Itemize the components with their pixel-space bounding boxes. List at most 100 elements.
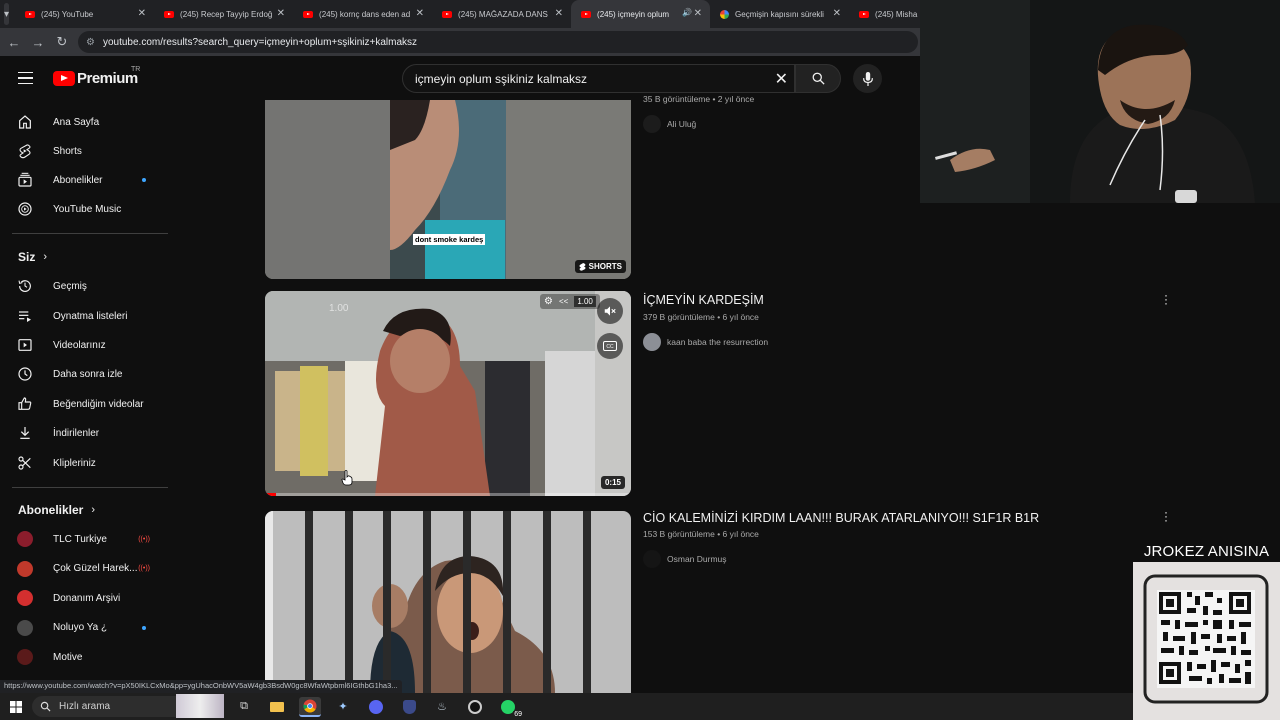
search-input[interactable]: içmeyin oplum sşikiniz kalmaksz ✕ — [402, 64, 795, 93]
sidebar-item-label: Shorts — [53, 145, 82, 157]
result-2-title[interactable]: İÇMEYİN KARDEŞİM — [643, 293, 764, 307]
sidebar-you-heading[interactable]: Siz › — [18, 250, 47, 264]
result-2-channel[interactable]: kaan baba the resurrection — [643, 333, 768, 351]
qr-caption: JROKEZ ANISINA — [1143, 543, 1270, 560]
sidebar-item-downloads[interactable]: İndirilenler — [14, 420, 160, 446]
duration-badge: 0:15 — [600, 476, 625, 489]
menu-icon[interactable] — [18, 72, 33, 84]
sidebar-subscription-item[interactable]: Noluyo Ya ¿ — [14, 615, 160, 641]
sidebar-item-shorts[interactable]: Shorts — [14, 138, 160, 164]
reload-button[interactable]: ↻ — [50, 34, 74, 50]
file-explorer-icon[interactable] — [266, 697, 288, 717]
taskbar: Hızlı arama ⧉ ✦ ♨ 69 — [0, 693, 1133, 720]
discord-icon[interactable] — [365, 697, 387, 717]
tab-title: (245) kornç dans eden ad — [319, 9, 411, 19]
site-info-icon[interactable]: ⚙ — [86, 37, 95, 48]
sidebar-item-history[interactable]: Geçmiş — [14, 273, 160, 299]
browser-tab[interactable]: (245) kornç dans eden ad ✕ — [293, 0, 432, 28]
sidebar-item-watch-later[interactable]: Daha sonra izle — [14, 361, 160, 387]
sidebar-item-liked-videos[interactable]: Beğendiğim videolar — [14, 391, 160, 417]
channel-name: Ali Uluğ — [667, 119, 697, 129]
result-1-channel[interactable]: Ali Uluğ — [643, 115, 696, 133]
taskbar-search-input[interactable]: Hızlı arama — [32, 694, 224, 718]
tab-close-icon[interactable]: ✕ — [694, 8, 702, 19]
mic-icon — [862, 71, 873, 86]
search-button[interactable] — [795, 64, 841, 93]
tab-title: (245) Recep Tayyip Erdoğ — [180, 9, 273, 19]
sidebar-subscription-item[interactable]: Çok Güzel Harek... ((•)) — [14, 556, 160, 582]
shorts-badge: SHORTS — [574, 260, 626, 273]
start-button[interactable] — [10, 700, 22, 718]
result-2-thumbnail[interactable]: 1.00 ⚙ << 1.00 CC 0:15 — [265, 291, 631, 496]
result-1-meta: 35 B görüntüleme • 2 yıl önce — [643, 94, 755, 104]
browser-tab[interactable]: (245) Recep Tayyip Erdoğ ✕ — [154, 0, 293, 28]
sidebar-item-clips[interactable]: Klipleriniz — [14, 450, 160, 476]
sidebar-item-subscriptions[interactable]: Abonelikler — [14, 167, 160, 193]
chrome-icon[interactable] — [299, 696, 321, 717]
tab-list: (245) YouTube ✕ (245) Recep Tayyip Erdoğ ✕(… — [15, 0, 988, 28]
result-3-channel[interactable]: Osman Durmuş — [643, 550, 727, 568]
clear-icon[interactable]: ✕ — [775, 69, 788, 89]
sidebar-subscription-item[interactable]: TLC Turkiye ((•)) — [14, 526, 160, 552]
forward-button[interactable]: → — [26, 35, 50, 50]
app-icon-kodi[interactable]: ✦ — [332, 697, 354, 717]
task-view-icon[interactable]: ⧉ — [233, 697, 255, 717]
qr-code-image — [1133, 562, 1280, 720]
browser-tab[interactable]: (245) MAĞAZADA DANS ✕ — [432, 0, 571, 28]
tab-title: (245) YouTube — [41, 9, 94, 19]
steam-icon[interactable]: ♨ — [431, 697, 453, 717]
browser-tab[interactable]: (245) YouTube ✕ — [15, 0, 154, 28]
sidebar-subscription-item[interactable]: Donanım Arşivi — [14, 585, 160, 611]
captions-button[interactable]: CC — [597, 333, 623, 359]
masthead: Premium TR içmeyin oplum sşikiniz kalmak… — [0, 56, 920, 100]
whatsapp-icon[interactable]: 69 — [497, 697, 523, 718]
tab-title: (245) içmeyin oplum — [597, 9, 670, 19]
tab-close-icon[interactable]: ✕ — [277, 8, 285, 19]
result-1-thumbnail-image — [265, 100, 631, 279]
sidebar: Ana Sayfa Shorts Abonelikler YouTube Mus… — [0, 100, 170, 680]
tab-close-icon[interactable]: ✕ — [833, 8, 841, 19]
sidebar-item-playlists[interactable]: Oynatma listeleri — [14, 303, 160, 329]
preview-progress-track[interactable] — [265, 493, 631, 496]
url-field[interactable]: ⚙ youtube.com/results?search_query=içmey… — [78, 31, 918, 53]
result-3-more-icon[interactable]: · · · — [1163, 506, 1169, 526]
settings-gear-icon[interactable]: ⚙ — [544, 296, 553, 307]
tab-close-icon[interactable]: ✕ — [555, 8, 563, 19]
sidebar-item-label: Oynatma listeleri — [53, 310, 128, 322]
rewind-button[interactable]: << — [559, 297, 568, 306]
tab-audio-icon[interactable]: 🔊 — [682, 8, 692, 17]
voice-search-button[interactable] — [853, 64, 882, 93]
search-icon — [812, 72, 825, 85]
sidebar-item-youtube-music[interactable]: YouTube Music — [14, 196, 160, 222]
google-icon — [720, 9, 730, 19]
result-3-title[interactable]: CİO KALEMİNİZİ KIRDIM LAAN!!! BURAK ATAR… — [643, 511, 1039, 525]
speed-label[interactable]: 1.00 — [574, 296, 596, 307]
channel-avatar — [17, 590, 33, 606]
chrome-logo — [303, 699, 317, 712]
sidebar-item-home[interactable]: Ana Sayfa — [14, 109, 160, 135]
preview-progress-fill — [265, 493, 276, 496]
sidebar-divider — [12, 487, 168, 488]
sidebar-item-label: Beğendiğim videolar — [53, 398, 144, 410]
sidebar-subscription-item[interactable]: Motive — [14, 644, 160, 670]
browser-tab[interactable]: (245) içmeyin oplum 🔊 ✕ — [571, 0, 711, 28]
live-icon: ((•)) — [138, 565, 150, 572]
back-button[interactable]: ← — [2, 35, 26, 50]
app-icon-shield[interactable] — [398, 697, 420, 717]
webcam-image — [920, 0, 1280, 203]
sidebar-item-label: YouTube Music — [53, 203, 122, 215]
country-code: TR — [131, 66, 141, 73]
sidebar-subscriptions-heading[interactable]: Abonelikler › — [18, 503, 95, 517]
sidebar-item-your-videos[interactable]: Videolarınız — [14, 332, 160, 358]
result-2-more-icon[interactable]: · · · — [1163, 289, 1169, 309]
mute-button[interactable] — [597, 298, 623, 324]
result-1-thumbnail[interactable]: dont smoke kardeş SHORTS — [265, 100, 631, 279]
app-icon-circle[interactable] — [464, 697, 486, 717]
new-content-dot — [142, 178, 146, 182]
tab-close-icon[interactable]: ✕ — [416, 8, 424, 19]
result-3-thumbnail[interactable] — [265, 511, 631, 693]
browser-tab[interactable]: Geçmişin kapısını sürekli ✕ — [710, 0, 849, 28]
youtube-logo[interactable]: Premium TR — [53, 66, 140, 87]
tab-close-icon[interactable]: ✕ — [138, 8, 146, 19]
tab-search-button[interactable]: ▾ — [4, 3, 10, 25]
